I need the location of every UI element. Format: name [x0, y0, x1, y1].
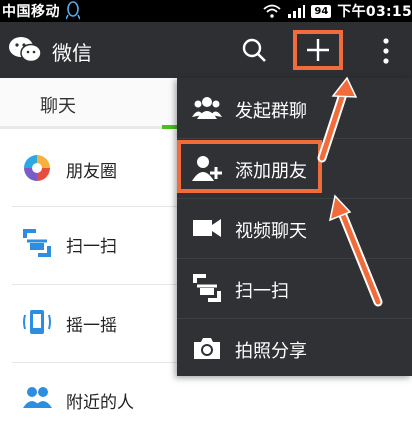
menu-item-video-chat[interactable]: 视频聊天 — [177, 199, 412, 258]
app-bar: 微信 — [0, 22, 412, 78]
shake-icon — [23, 310, 51, 334]
list-divider — [12, 362, 200, 363]
list-item-moments[interactable]: 朋友圈 — [0, 140, 200, 196]
list-item-nearby[interactable]: 附近的人 — [0, 372, 200, 428]
list-item-label: 朋友圈 — [66, 162, 117, 182]
menu-item-label: 发起群聊 — [235, 101, 307, 122]
menu-item-photo-share[interactable]: 拍照分享 — [177, 319, 412, 378]
moments-icon — [24, 155, 50, 181]
group-chat-icon — [192, 97, 222, 119]
wechat-logo-icon — [9, 37, 42, 63]
menu-item-label: 扫一扫 — [235, 281, 289, 302]
status-bar: 中国移动 94 下午03:15 — [0, 0, 412, 22]
add-popup-menu: 发起群聊 添加朋友 视频聊天 扫一扫 拍照分享 — [177, 78, 412, 376]
camera-icon — [194, 338, 220, 359]
carrier-name: 中国移动 — [2, 4, 60, 20]
clock: 下午03:15 — [337, 4, 412, 20]
annotation-highlight-box — [177, 140, 322, 193]
app-title: 微信 — [52, 41, 92, 65]
tab-chat[interactable]: 聊天 — [40, 92, 76, 118]
menu-item-group-chat[interactable]: 发起群聊 — [177, 79, 412, 138]
scan-icon — [193, 274, 221, 302]
list-item-label: 摇一摇 — [66, 316, 117, 336]
menu-item-label: 视频聊天 — [235, 221, 307, 242]
plus-icon — [307, 39, 329, 61]
add-menu-button[interactable] — [293, 30, 343, 70]
menu-item-label: 拍照分享 — [235, 341, 307, 362]
battery-indicator: 94 — [311, 4, 332, 18]
video-chat-icon — [193, 219, 221, 237]
search-icon[interactable] — [241, 37, 267, 63]
more-icon[interactable] — [382, 38, 390, 64]
signal-icon — [288, 5, 306, 18]
list-item-shake[interactable]: 摇一摇 — [0, 294, 200, 350]
list-item-scan[interactable]: 扫一扫 — [0, 215, 200, 271]
list-item-label: 附近的人 — [66, 393, 134, 413]
qq-penguin-icon — [66, 1, 80, 20]
list-item-label: 扫一扫 — [66, 237, 117, 257]
status-right: 94 下午03:15 — [263, 1, 412, 21]
menu-item-scan[interactable]: 扫一扫 — [177, 259, 412, 318]
wifi-icon — [263, 4, 281, 18]
nearby-people-icon — [23, 387, 52, 408]
list-divider — [12, 284, 200, 285]
scan-icon — [23, 229, 51, 257]
list-divider — [12, 206, 200, 207]
